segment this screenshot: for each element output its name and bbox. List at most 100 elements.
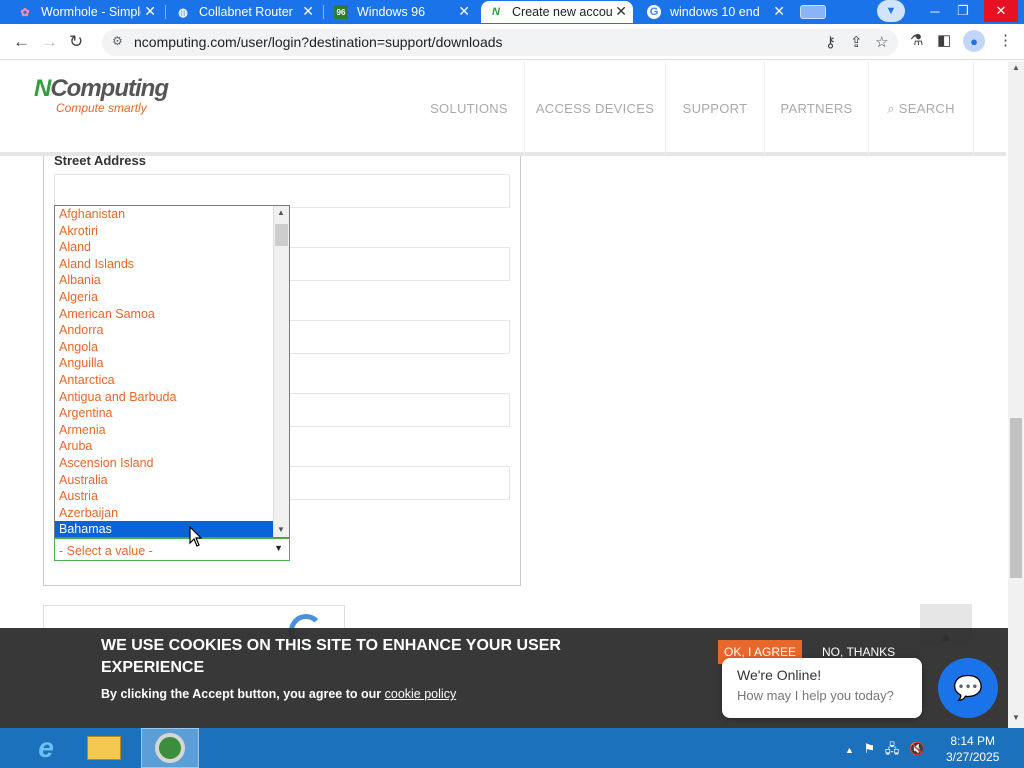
reload-icon[interactable]: ↻: [69, 32, 83, 52]
country-option[interactable]: Algeria: [55, 289, 289, 306]
tab-title: Create new account: [512, 5, 612, 19]
network-icon[interactable]: 🖧: [885, 741, 900, 756]
share-icon[interactable]: ⇪: [850, 33, 863, 51]
tab-create-account[interactable]: N Create new account ✕: [481, 1, 633, 23]
chat-prompt: How may I help you today?: [737, 688, 894, 703]
cookie-policy-link[interactable]: cookie policy: [385, 687, 457, 701]
scroll-down-icon[interactable]: ▼: [277, 525, 285, 534]
tab-windows96[interactable]: 96 Windows 96 ✕: [326, 1, 476, 23]
page-scrollbar[interactable]: ▲ ▼: [1008, 61, 1024, 728]
cookie-decline-button[interactable]: NO, THANKS: [822, 645, 895, 659]
tab-google-search[interactable]: G windows 10 end ✕: [639, 1, 791, 23]
country-option[interactable]: Albania: [55, 272, 289, 289]
country-option[interactable]: Argentina: [55, 405, 289, 422]
country-dropdown-list[interactable]: Afghanistan Akrotiri Aland Aland Islands Alb…: [54, 205, 290, 538]
lab-flask-icon[interactable]: ⚗: [910, 31, 923, 49]
country-option[interactable]: Austria: [55, 488, 289, 505]
street-address-input[interactable]: [54, 174, 510, 208]
country-option[interactable]: Aruba: [55, 438, 289, 455]
country-option[interactable]: Armenia: [55, 422, 289, 439]
close-tab-icon[interactable]: ✕: [773, 3, 785, 20]
globe-icon: ◍: [178, 6, 188, 19]
address-bar[interactable]: ⚙ ncomputing.com/user/login?destination=…: [102, 29, 898, 56]
windows-taskbar: e ▲ ⚑ 🖧 🔇 8:14 PM 3/27/2025: [0, 728, 1024, 768]
tab-separator: [323, 5, 324, 19]
file-explorer-icon[interactable]: [76, 728, 132, 768]
country-options: Afghanistan Akrotiri Aland Aland Islands Alb…: [55, 206, 289, 537]
clock-time: 8:14 PM: [950, 734, 996, 748]
menu-dots-icon[interactable]: ⋮: [998, 31, 1013, 49]
country-option[interactable]: Bahamas: [55, 521, 289, 537]
cookie-text: By clicking the Accept button, you agree…: [101, 687, 382, 701]
side-panel-icon[interactable]: ◧: [937, 31, 951, 49]
country-option[interactable]: American Samoa: [55, 306, 289, 323]
tab-wormhole[interactable]: ✿ Wormhole - Simple ✕: [10, 1, 162, 23]
forward-arrow-icon[interactable]: →: [41, 32, 58, 52]
country-option[interactable]: Aland: [55, 239, 289, 256]
nav-solutions[interactable]: SOLUTIONS: [414, 61, 524, 156]
nav-access-devices[interactable]: ACCESS DEVICES: [524, 61, 665, 156]
bookmark-star-icon[interactable]: ☆: [875, 33, 888, 51]
dropdown-scrollbar[interactable]: ▲ ▼: [273, 206, 289, 537]
country-select-value: - Select a value -: [59, 544, 153, 558]
close-tab-icon[interactable]: ✕: [302, 3, 314, 20]
cookie-heading: WE USE COOKIES ON THIS SITE TO ENHANCE Y…: [101, 637, 561, 676]
clock-date: 3/27/2025: [946, 750, 1000, 764]
flag-icon[interactable]: ⚑: [864, 741, 876, 756]
window-close-icon[interactable]: ✕: [984, 0, 1018, 22]
minimize-icon[interactable]: ─: [920, 0, 950, 22]
country-option[interactable]: Azerbaijan: [55, 505, 289, 522]
country-option[interactable]: Aland Islands: [55, 256, 289, 273]
close-tab-icon[interactable]: ✕: [458, 3, 470, 20]
google-icon: G: [647, 5, 661, 19]
search-icon: ⌕: [887, 100, 895, 116]
nav-search[interactable]: ⌕ SEARCH: [868, 61, 974, 156]
taskbar-clock[interactable]: 8:14 PM 3/27/2025: [946, 733, 999, 765]
chrome-taskbar-icon[interactable]: [141, 728, 199, 768]
system-tray: ▲ ⚑ 🖧 🔇: [845, 740, 925, 762]
scroll-up-icon[interactable]: ▲: [1012, 63, 1020, 72]
volume-muted-icon[interactable]: 🔇: [909, 741, 925, 756]
profile-avatar-icon[interactable]: ●: [963, 30, 985, 52]
restore-icon[interactable]: ❐: [948, 0, 978, 22]
nav-search-label: SEARCH: [898, 101, 955, 116]
tab-search-chevron-icon[interactable]: ▼: [877, 0, 905, 22]
tray-chevron-up-icon[interactable]: ▲: [845, 745, 854, 755]
close-tab-icon[interactable]: ✕: [144, 3, 156, 20]
dropdown-scroll-thumb[interactable]: [275, 224, 288, 246]
logo-tagline: Compute smartly: [56, 101, 147, 115]
ncomputing-icon: N: [492, 6, 500, 18]
back-arrow-icon[interactable]: ←: [13, 32, 30, 52]
country-option[interactable]: Antigua and Barbuda: [55, 389, 289, 406]
nav-partners[interactable]: PARTNERS: [764, 61, 868, 156]
country-select[interactable]: - Select a value - ▼: [54, 538, 290, 561]
ncomputing-logo[interactable]: NComputing Compute smartly: [34, 75, 169, 115]
country-option[interactable]: Afghanistan: [55, 206, 289, 223]
close-tab-icon[interactable]: ✕: [615, 3, 627, 20]
scroll-up-icon[interactable]: ▲: [277, 208, 285, 217]
url-text[interactable]: ncomputing.com/user/login?destination=su…: [134, 34, 503, 50]
country-option[interactable]: Ascension Island: [55, 455, 289, 472]
tab-collabnet[interactable]: ◍ Collabnet Router ✕: [168, 1, 320, 23]
nav-support[interactable]: SUPPORT: [665, 61, 764, 156]
page-scroll-thumb[interactable]: [1010, 418, 1022, 578]
tab-title: Wormhole - Simple: [41, 5, 141, 19]
country-option[interactable]: Akrotiri: [55, 223, 289, 240]
internet-explorer-icon[interactable]: e: [18, 728, 74, 768]
new-tab-button[interactable]: [800, 5, 826, 19]
country-option[interactable]: Andorra: [55, 322, 289, 339]
country-option[interactable]: Anguilla: [55, 355, 289, 372]
site-info-icon[interactable]: ⚙: [112, 34, 123, 48]
chevron-down-icon: ▼: [274, 543, 283, 553]
chat-launcher-icon[interactable]: 💬: [938, 658, 998, 718]
wormhole-icon: ✿: [20, 6, 30, 19]
country-option[interactable]: Antarctica: [55, 372, 289, 389]
country-option[interactable]: Australia: [55, 472, 289, 489]
tab-title: Collabnet Router: [199, 5, 293, 19]
country-option[interactable]: Angola: [55, 339, 289, 356]
tab-separator: [165, 5, 166, 19]
scroll-down-icon[interactable]: ▼: [1012, 713, 1020, 722]
chat-greeting-bubble[interactable]: We're Online! How may I help you today?: [722, 658, 922, 718]
password-key-icon[interactable]: ⚷: [825, 33, 836, 51]
page-viewport: NComputing Compute smartly SOLUTIONS ACC…: [0, 61, 1024, 728]
